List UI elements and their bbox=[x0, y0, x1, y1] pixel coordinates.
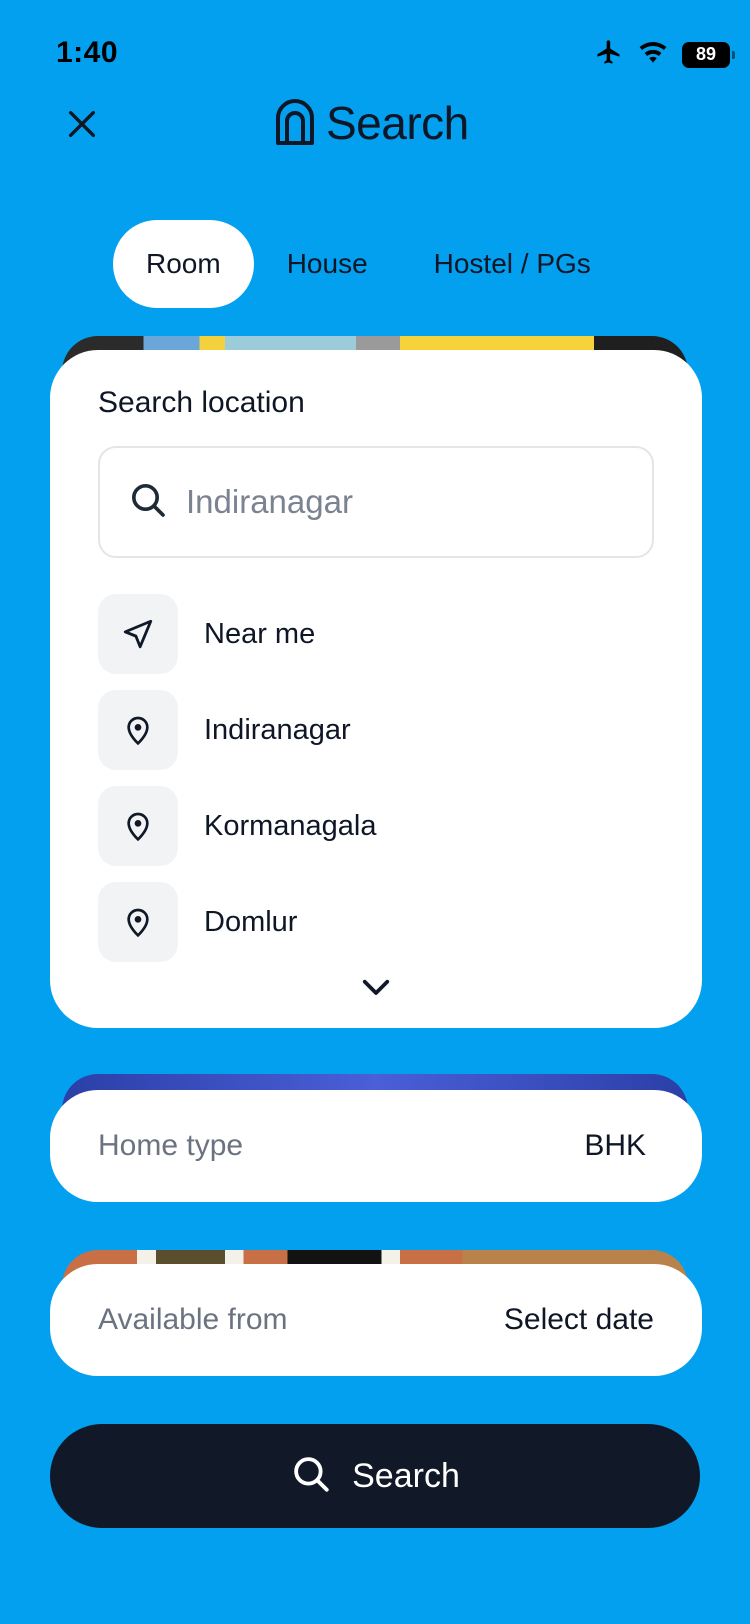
status-icons: 89 bbox=[594, 38, 735, 71]
search-location-title: Search location bbox=[98, 386, 305, 419]
location-search-box[interactable] bbox=[98, 446, 654, 558]
expand-locations-button[interactable] bbox=[356, 970, 396, 1010]
search-icon bbox=[290, 1453, 332, 1500]
status-bar: 1:40 89 bbox=[0, 0, 750, 100]
header: Search bbox=[274, 96, 469, 150]
available-from-label: Available from bbox=[98, 1303, 288, 1336]
tab-room[interactable]: Room bbox=[113, 220, 254, 308]
status-time: 1:40 bbox=[56, 36, 119, 69]
search-button[interactable]: Search bbox=[50, 1424, 700, 1528]
search-button-label: Search bbox=[352, 1456, 460, 1495]
page-title: Search bbox=[326, 97, 469, 149]
available-from-value: Select date bbox=[503, 1303, 654, 1336]
property-type-tabs: Room House Hostel / PGs bbox=[113, 220, 624, 308]
list-item[interactable]: Domlur bbox=[98, 874, 654, 970]
location-suggestions: Near me Indiranagar Kormanagala Domlur bbox=[98, 586, 654, 970]
home-type-selector[interactable]: Home type BHK bbox=[50, 1090, 702, 1202]
wifi-icon bbox=[638, 40, 668, 69]
chevron-down-icon bbox=[361, 978, 391, 1003]
search-icon bbox=[128, 480, 168, 525]
tab-hostel-pgs[interactable]: Hostel / PGs bbox=[401, 220, 624, 308]
map-pin-icon bbox=[98, 786, 178, 866]
airplane-icon bbox=[594, 38, 624, 71]
home-type-label: Home type bbox=[98, 1129, 244, 1162]
map-pin-icon bbox=[98, 690, 178, 770]
location-search-input[interactable] bbox=[186, 483, 606, 521]
list-item[interactable]: Near me bbox=[98, 586, 654, 682]
close-button[interactable] bbox=[60, 104, 104, 148]
close-icon bbox=[65, 107, 99, 146]
home-type-value: BHK bbox=[584, 1129, 646, 1162]
arch-logo-icon bbox=[274, 97, 316, 150]
available-from-selector[interactable]: Available from Select date bbox=[50, 1264, 702, 1376]
battery-icon: 89 bbox=[682, 41, 735, 68]
list-item-label: Kormanagala bbox=[204, 809, 377, 842]
list-item[interactable]: Indiranagar bbox=[98, 682, 654, 778]
battery-level: 89 bbox=[695, 44, 717, 64]
list-item-label: Indiranagar bbox=[204, 713, 351, 746]
map-pin-icon bbox=[98, 882, 178, 962]
tab-house[interactable]: House bbox=[254, 220, 401, 308]
list-item-label: Near me bbox=[204, 617, 316, 650]
list-item[interactable]: Kormanagala bbox=[98, 778, 654, 874]
list-item-label: Domlur bbox=[204, 905, 298, 938]
navigation-arrow-icon bbox=[98, 594, 178, 674]
location-card: Search location Near me Indiranagar Korm… bbox=[50, 350, 702, 1028]
